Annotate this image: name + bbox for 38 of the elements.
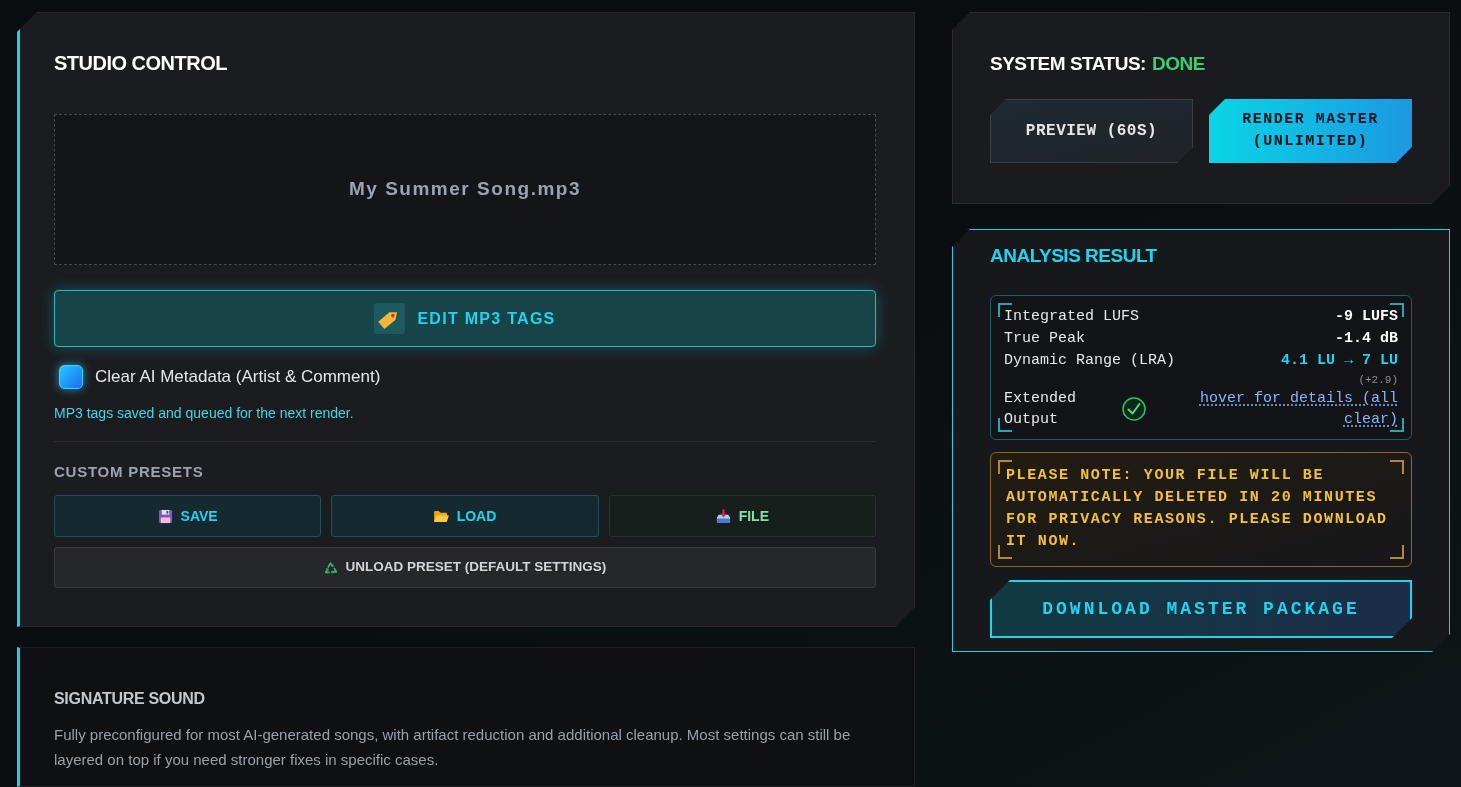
status-value: DONE xyxy=(1151,52,1205,76)
drop-zone[interactable]: My Summer Song.mp3 xyxy=(54,114,876,265)
inbox-tray-icon xyxy=(715,508,731,524)
edit-tags-button[interactable]: EDIT MP3 TAGS xyxy=(54,290,876,347)
tag-icon xyxy=(374,303,406,334)
corner-bracket xyxy=(998,545,1012,559)
metric-label: Dynamic Range (LRA) xyxy=(1004,351,1176,371)
corner-bracket xyxy=(1390,460,1404,474)
section-title: SIGNATURE SOUND xyxy=(54,689,206,709)
recycle-icon xyxy=(323,560,338,575)
section-title: STUDIO CONTROL xyxy=(54,51,228,76)
status-message: MP3 tags saved and queued for the next render. xyxy=(54,404,355,423)
metric-delta: (+2.9) xyxy=(1358,373,1398,388)
preset-button[interactable]: SAVE xyxy=(54,495,322,537)
section-title: ANALYSIS RESULT xyxy=(990,244,1158,268)
presets-heading: CUSTOM PRESETS xyxy=(54,462,205,482)
preview-button[interactable]: PREVIEW (60S) xyxy=(990,99,1193,163)
checkbox[interactable] xyxy=(59,365,83,389)
corner-bracket xyxy=(1390,545,1404,559)
notice-text: PLEASE NOTE: YOUR FILE WILL BE AUTOMATICALLY DELETED IN 20 MINUTES FOR PRIVACY REASONS. PLEASE DOWNLOAD IT NOW. xyxy=(1006,466,1389,552)
download-button[interactable]: DOWNLOAD MASTER PACKAGE xyxy=(990,580,1412,638)
metric-value: -9 LUFS xyxy=(1335,307,1398,327)
checkbox-label[interactable]: Clear AI Metadata (Artist & Comment) xyxy=(95,365,381,389)
metric-value: -1.4 dB xyxy=(1335,329,1398,349)
file-name: My Summer Song.mp3 xyxy=(348,177,582,202)
unload-preset-button[interactable]: UNLOAD PRESET (DEFAULT SETTINGS) xyxy=(54,547,876,588)
preset-button[interactable]: LOAD xyxy=(331,495,599,537)
section-description: Fully preconfigured for most AI-generated songs, with artifact reduction and additional cleanup. Most settings can still be layered on top if you need stronger fixes in specific cases. xyxy=(54,725,852,770)
details-link[interactable]: hover for details (all clear) xyxy=(1192,388,1398,430)
metric-label: Integrated LUFS xyxy=(1004,307,1140,327)
folder-icon xyxy=(433,509,449,523)
metric-value: 4.1 LU → 7 LU xyxy=(1280,351,1398,371)
render-button[interactable]: RENDER MASTER (UNLIMITED) xyxy=(1209,99,1412,163)
metric-label: True Peak xyxy=(1004,329,1085,349)
check-circle-icon xyxy=(1122,397,1146,421)
status-label: SYSTEM STATUS: xyxy=(990,52,1146,76)
preset-button[interactable]: FILE xyxy=(608,495,876,537)
metric-label: Extended Output xyxy=(1004,389,1077,430)
